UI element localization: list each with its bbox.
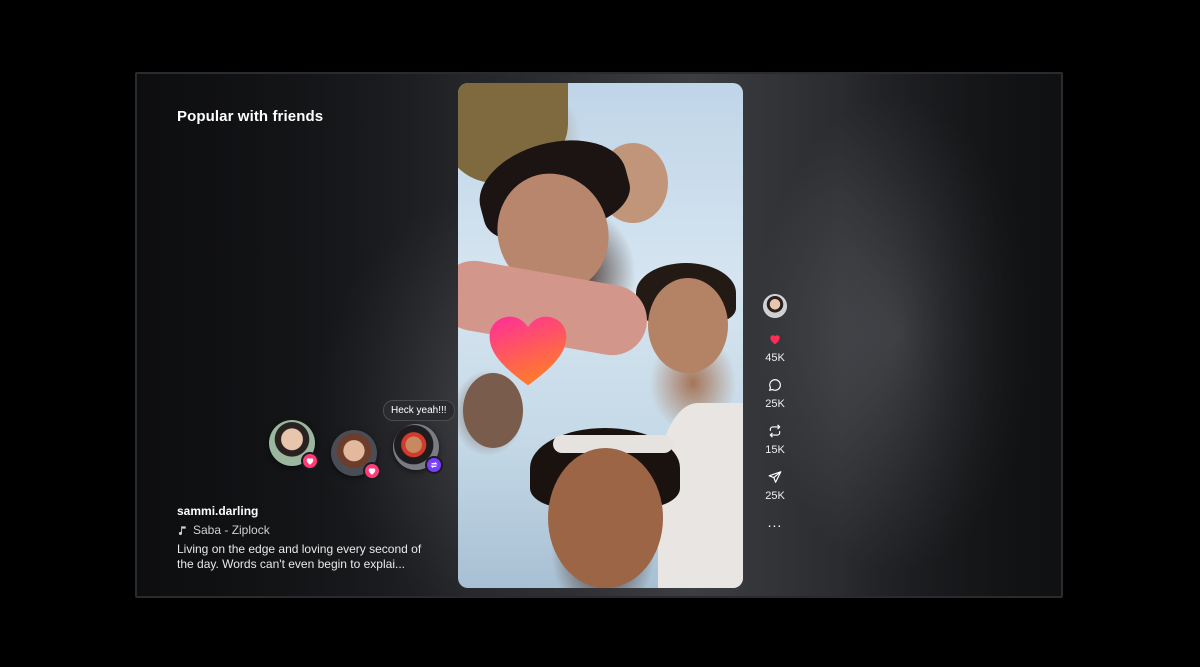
music-note-icon	[178, 525, 186, 535]
heart-icon	[770, 335, 780, 345]
comment-button[interactable]: 25K	[765, 378, 785, 410]
background-shade-right	[841, 74, 1061, 596]
repost-button[interactable]: 15K	[765, 424, 785, 456]
creator-avatar[interactable]	[763, 294, 787, 318]
song-title: Saba - Ziplock	[193, 523, 270, 537]
post-caption[interactable]: Living on the edge and loving every seco…	[177, 542, 437, 572]
video-content	[548, 448, 663, 588]
post-song[interactable]: Saba - Ziplock	[177, 523, 437, 537]
tv-frame: Popular with friends Heck yeah!!! sammi.…	[135, 72, 1063, 598]
post-username[interactable]: sammi.darling	[177, 504, 437, 518]
friend-avatar-3[interactable]	[393, 424, 443, 474]
section-title: Popular with friends	[177, 108, 324, 125]
more-options-button[interactable]: ...	[768, 515, 783, 529]
repost-count: 15K	[765, 444, 785, 456]
friend-avatar-1[interactable]	[269, 420, 319, 470]
like-animation-heart-icon	[489, 316, 567, 386]
heart-icon	[368, 468, 376, 475]
heart-icon	[306, 458, 314, 465]
action-rail: 45K 25K 15K 25K ...	[755, 294, 795, 529]
video-player[interactable]	[458, 83, 743, 588]
post-meta: sammi.darling Saba - Ziplock Living on t…	[177, 504, 437, 572]
send-icon	[768, 471, 782, 483]
heart-reaction-badge	[363, 462, 381, 480]
comment-count: 25K	[765, 398, 785, 410]
repost-icon	[769, 424, 781, 438]
share-button[interactable]: 25K	[765, 470, 785, 502]
repost-reaction-badge	[425, 456, 443, 474]
friend-avatar-2[interactable]	[331, 430, 381, 480]
repost-icon	[430, 462, 438, 468]
video-content	[648, 278, 728, 373]
like-button[interactable]: 45K	[765, 332, 785, 364]
heart-reaction-badge	[301, 452, 319, 470]
share-count: 25K	[765, 490, 785, 502]
reaction-comment-bubble: Heck yeah!!!	[383, 400, 455, 421]
like-count: 45K	[765, 352, 785, 364]
comment-icon	[768, 379, 781, 392]
